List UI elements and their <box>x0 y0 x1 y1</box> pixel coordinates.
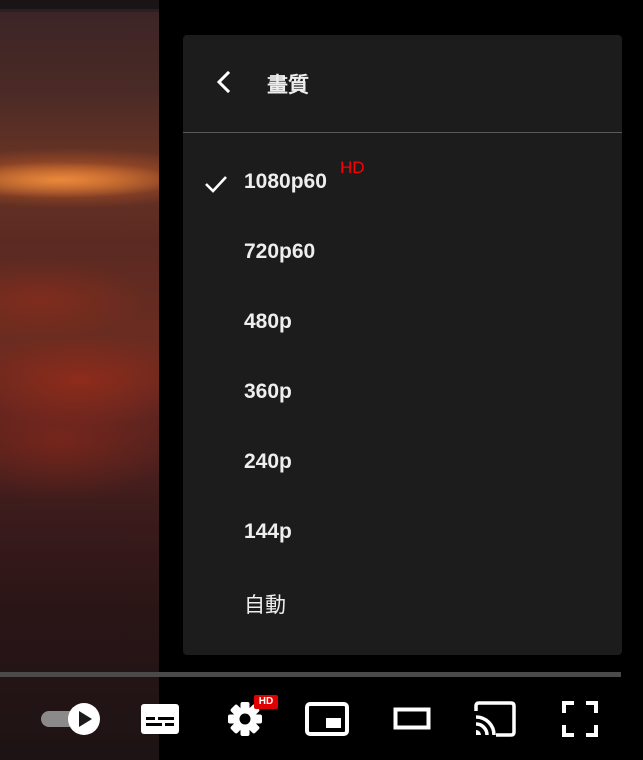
chevron-left-icon[interactable] <box>213 70 237 94</box>
quality-option-label: 480p <box>244 310 292 333</box>
video-frame[interactable] <box>0 0 159 760</box>
autoplay-toggle-button[interactable] <box>38 690 104 748</box>
autoplay-toggle-icon <box>41 703 100 735</box>
hd-badge: HD <box>340 158 365 177</box>
fullscreen-button[interactable] <box>555 690 605 748</box>
subtitles-icon <box>141 704 179 734</box>
quality-option-label: 144p <box>244 520 292 543</box>
menu-title: 畫質 <box>267 73 309 97</box>
video-top-strip <box>0 0 159 9</box>
player-controls-bar: HD <box>0 690 643 750</box>
quality-option-label: 720p60 <box>244 240 316 263</box>
quality-option-1080p60[interactable]: 1080p60 HD <box>183 148 622 218</box>
miniplayer-button[interactable] <box>302 690 352 748</box>
menu-header-back[interactable]: 畫質 <box>183 35 622 133</box>
settings-hd-badge: HD <box>254 695 278 709</box>
cast-icon <box>474 701 516 737</box>
quality-option-label: 1080p60 <box>244 170 327 193</box>
subtitles-button[interactable] <box>136 690 184 748</box>
quality-option-auto[interactable]: 自動 <box>183 567 622 637</box>
quality-option-480p[interactable]: 480p <box>183 288 622 358</box>
theater-mode-button[interactable] <box>388 690 436 748</box>
video-top-strip-edge <box>0 9 159 12</box>
fullscreen-icon <box>562 701 598 737</box>
quality-option-720p60[interactable]: 720p60 <box>183 218 622 288</box>
quality-option-label: 自動 <box>244 593 286 617</box>
quality-option-360p[interactable]: 360p <box>183 358 622 428</box>
quality-settings-menu: 畫質 1080p60 HD 720p60 480p 360p 240p 144p… <box>183 35 622 655</box>
miniplayer-icon <box>305 702 349 736</box>
video-player: 畫質 1080p60 HD 720p60 480p 360p 240p 144p… <box>0 0 643 760</box>
quality-option-label: 360p <box>244 380 292 403</box>
cast-button[interactable] <box>469 690 521 748</box>
progress-bar[interactable] <box>0 672 621 677</box>
theater-mode-icon <box>393 707 431 730</box>
checkmark-icon <box>205 176 227 193</box>
quality-option-144p[interactable]: 144p <box>183 498 622 568</box>
quality-option-label: 240p <box>244 450 292 473</box>
quality-option-240p[interactable]: 240p <box>183 428 622 498</box>
